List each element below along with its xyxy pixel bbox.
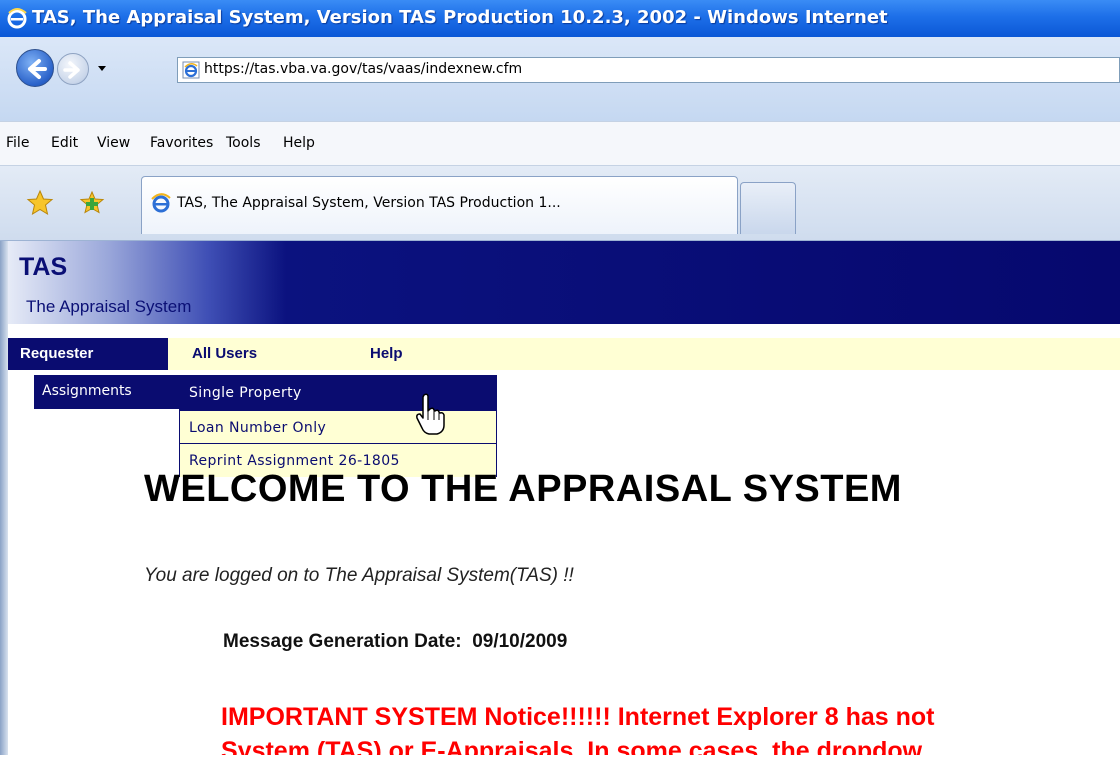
menu-favorites[interactable]: Favorites	[150, 135, 213, 151]
tab-label: TAS, The Appraisal System, Version TAS P…	[177, 195, 561, 211]
menu-help[interactable]: Help	[283, 135, 315, 151]
ie-logo-icon	[151, 193, 171, 213]
important-notice-line-1: IMPORTANT SYSTEM Notice!!!!!! Internet E…	[221, 703, 935, 731]
hand-cursor-icon	[416, 393, 445, 435]
ie-logo-icon	[7, 8, 27, 29]
menu-tools[interactable]: Tools	[226, 135, 261, 151]
tab-tas[interactable]: TAS, The Appraisal System, Version TAS P…	[141, 176, 738, 234]
submenu-assignments-label: Assignments	[42, 383, 132, 399]
forward-button[interactable]	[57, 53, 89, 85]
menu-bar: File Edit View Favorites Tools Help	[0, 121, 1120, 166]
submenu-assignments[interactable]: Assignments	[34, 375, 184, 409]
favorites-star-icon[interactable]	[26, 189, 54, 217]
add-favorite-icon[interactable]	[78, 189, 106, 217]
back-arrow-icon	[28, 59, 47, 79]
menu-file[interactable]: File	[6, 135, 29, 151]
dropdown-item-label: Loan Number Only	[189, 420, 327, 436]
tas-subtitle: The Appraisal System	[26, 297, 192, 316]
bottom-frame	[0, 755, 1120, 761]
forward-arrow-icon	[63, 61, 80, 79]
logged-on-message: You are logged on to The Appraisal Syste…	[144, 565, 574, 586]
address-url: https://tas.vba.va.gov/tas/vaas/indexnew…	[204, 61, 523, 77]
chevron-down-icon[interactable]	[95, 61, 109, 75]
tas-title: TAS	[19, 253, 68, 281]
dropdown-item-label: Single Property	[189, 385, 302, 401]
page-left-frame	[0, 241, 8, 761]
welcome-heading: WELCOME TO THE APPRAISAL SYSTEM	[144, 468, 902, 510]
ie-page-icon	[182, 61, 200, 79]
back-button[interactable]	[16, 49, 54, 87]
address-input[interactable]: https://tas.vba.va.gov/tas/vaas/indexnew…	[177, 57, 1120, 83]
new-tab-button[interactable]	[740, 182, 796, 234]
nav-help[interactable]: Help	[370, 345, 403, 362]
dropdown-item-label: Reprint Assignment 26-1805	[189, 453, 400, 469]
message-generation-date: Message Generation Date: 09/10/2009	[223, 631, 567, 653]
message-date-label: Message Generation Date:	[223, 631, 462, 652]
menu-edit[interactable]: Edit	[51, 135, 78, 151]
nav-all-users[interactable]: All Users	[192, 345, 257, 362]
nav-requester[interactable]: Requester	[20, 345, 93, 362]
menu-view[interactable]: View	[97, 135, 130, 151]
window-title-bar[interactable]: TAS, The Appraisal System, Version TAS P…	[0, 0, 1120, 37]
message-date-value: 09/10/2009	[472, 631, 568, 652]
window-title: TAS, The Appraisal System, Version TAS P…	[32, 7, 888, 28]
tas-nav-bar	[8, 338, 1120, 370]
